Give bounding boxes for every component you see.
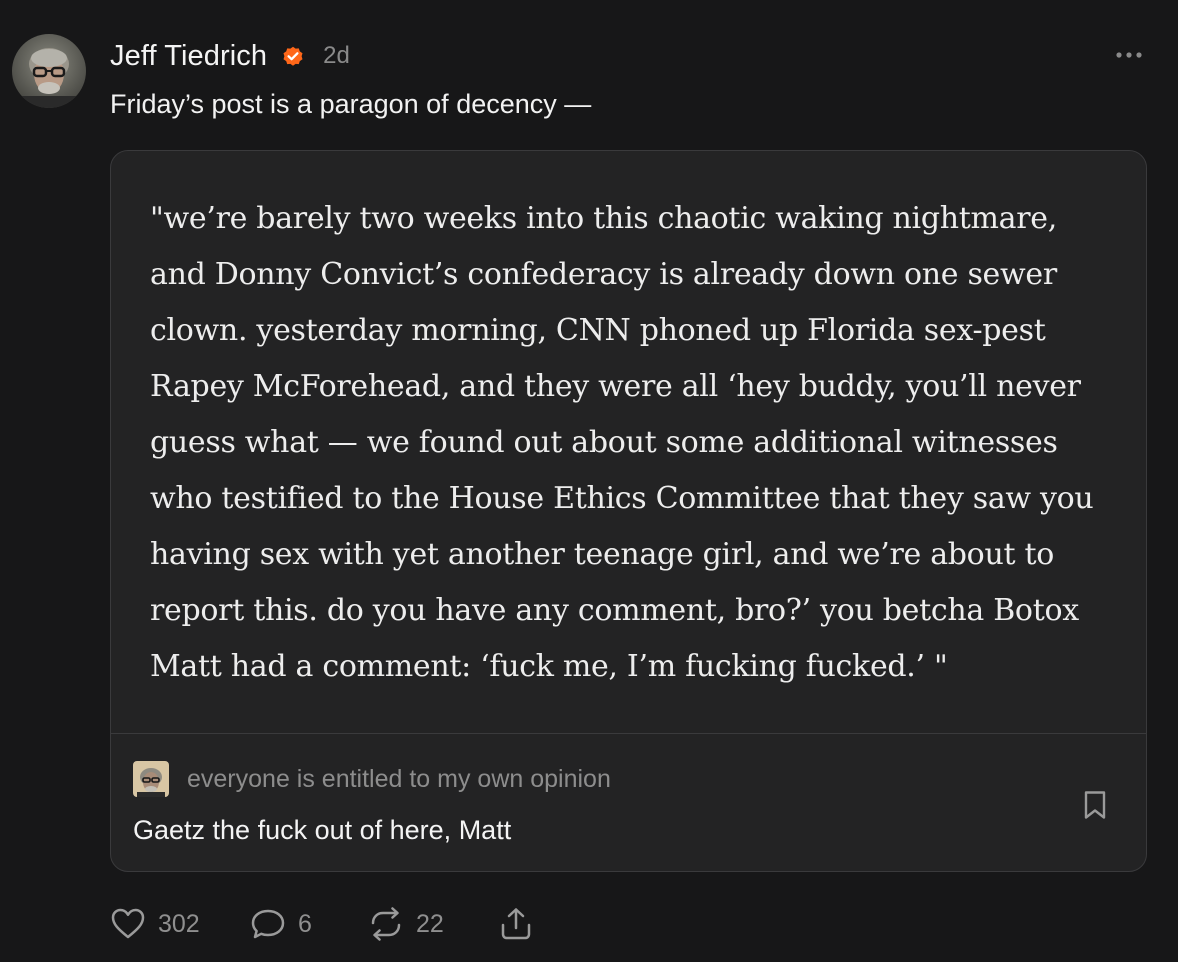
author-name[interactable]: Jeff Tiedrich [110,40,267,73]
quoted-post-card[interactable]: "we’re barely two weeks into this chaoti… [110,150,1147,872]
comment-bubble-icon [251,909,285,939]
quote-line: clown. yesterday morning, CNN phoned up … [150,313,1046,348]
quote-line: who testified to the House Ethics Commit… [150,481,1094,516]
share-icon [501,908,531,940]
quoted-post-title: Gaetz the fuck out of here, Matt [133,815,512,845]
more-options-button[interactable] [1112,42,1146,68]
verified-badge-icon [281,44,305,68]
comment-button[interactable]: 6 [250,907,368,941]
note-actions: 302 6 22 [110,904,534,944]
note-text: Friday’s post is a paragon of decency — [110,89,592,119]
note-card: Jeff Tiedrich 2d Friday’s post is a para… [0,0,1178,962]
bookmark-button[interactable] [1077,787,1113,823]
quote-line: Rapey McForehead, and they were all ‘hey… [150,369,1081,404]
heart-icon [111,908,145,939]
more-dots-icon [1116,52,1142,58]
quote-line: and Donny Convict’s confederacy is alrea… [150,257,1057,292]
quote-line: "we’re barely two weeks into this chaoti… [150,201,1057,236]
comment-count: 6 [298,909,312,938]
share-button[interactable] [498,906,534,942]
note-timestamp[interactable]: 2d [323,42,350,70]
note-header: Jeff Tiedrich 2d [110,36,350,76]
like-count: 302 [158,909,200,938]
quote-line: report this. do you have any comment, br… [150,593,1079,628]
publication-logo [133,761,169,797]
quote-divider [111,733,1146,734]
author-avatar[interactable] [12,34,86,108]
publication-row: everyone is entitled to my own opinion [133,761,611,797]
restack-icon [371,907,401,941]
restack-count: 22 [416,909,444,938]
avatar-image [12,34,86,108]
like-button[interactable]: 302 [110,907,250,941]
quote-line: guess what — we found out about some add… [150,425,1058,460]
quote-line: Matt had a comment: ‘fuck me, I’m fuckin… [150,649,948,684]
quote-line: having sex with yet another teenage girl… [150,537,1054,572]
publication-name: everyone is entitled to my own opinion [187,764,611,793]
restack-button[interactable]: 22 [368,907,498,941]
bookmark-icon [1084,791,1106,819]
quote-body: "we’re barely two weeks into this chaoti… [150,191,1130,695]
